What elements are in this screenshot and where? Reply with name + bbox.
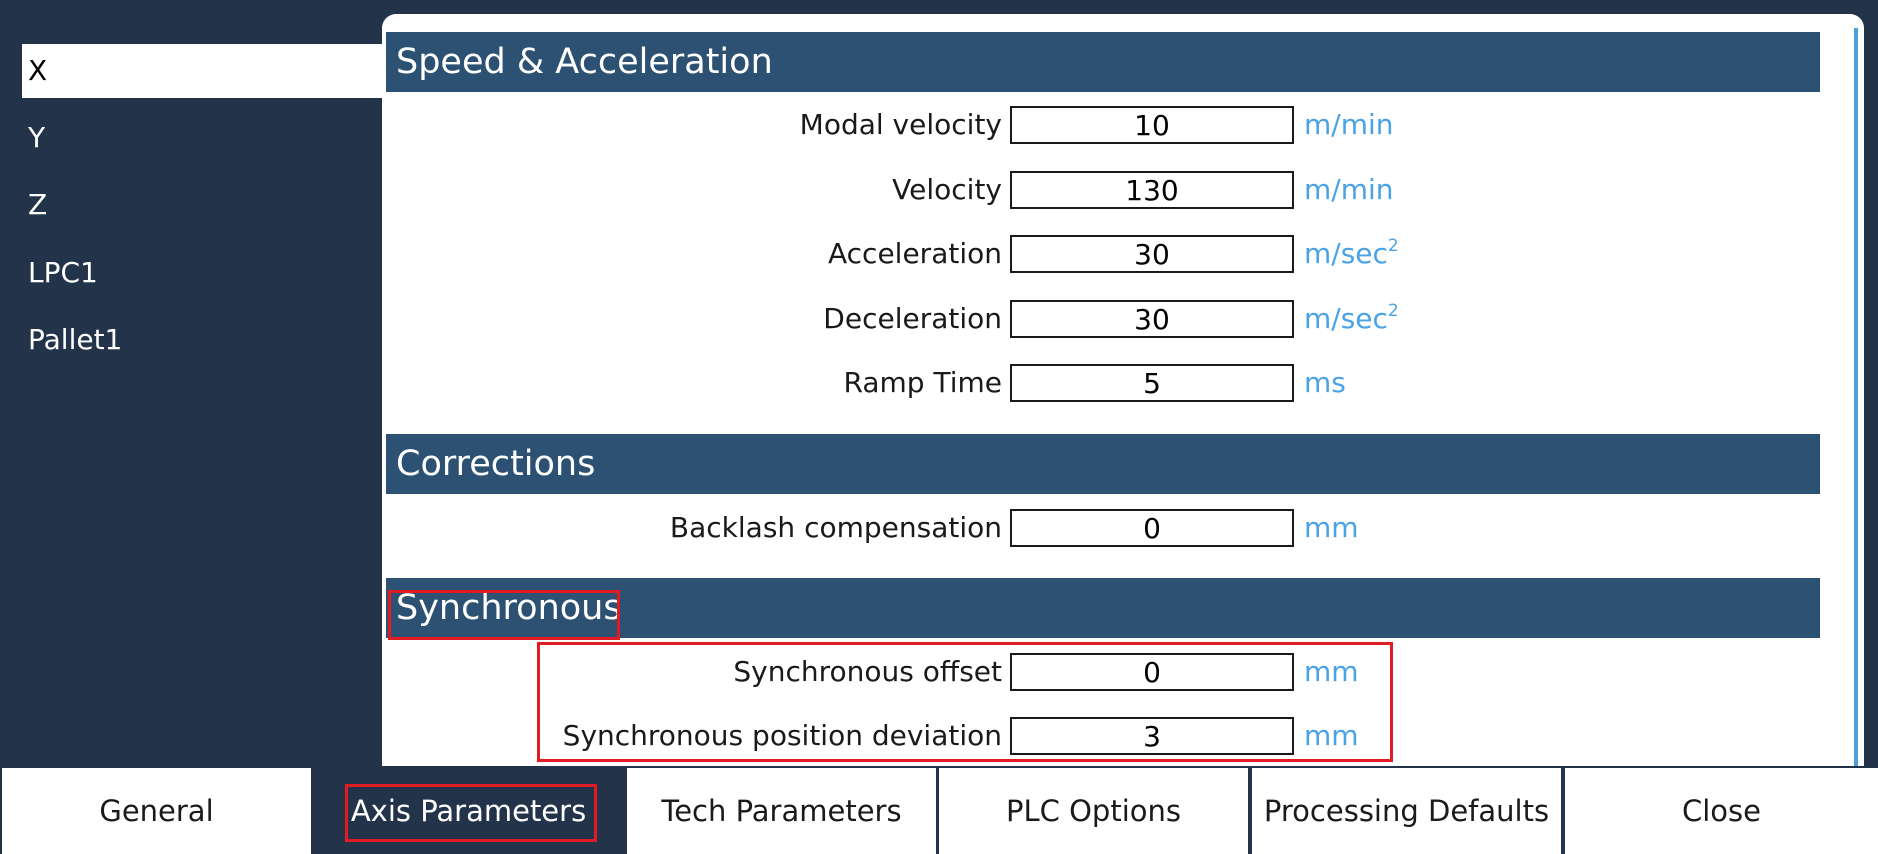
field-label: Ramp Time <box>843 366 1002 399</box>
sidebar-item-z[interactable]: Z <box>22 178 382 232</box>
ramp-time-input[interactable] <box>1010 364 1294 402</box>
axis-sidebar: X Y Z LPC1 Pallet1 <box>0 0 386 766</box>
unit-superscript: 2 <box>1387 301 1399 321</box>
sidebar-item-label: Z <box>28 188 48 221</box>
scrollbar[interactable] <box>1854 28 1858 766</box>
unit-label: m/min <box>1304 108 1394 141</box>
unit-label: mm <box>1304 655 1359 688</box>
tab-label: PLC Options <box>1005 794 1181 828</box>
field-label: Velocity <box>892 173 1002 206</box>
tab-label: Close <box>1682 794 1761 828</box>
sidebar-item-pallet1[interactable]: Pallet1 <box>22 313 382 367</box>
velocity-input[interactable] <box>1010 171 1294 209</box>
tab-axis-parameters[interactable]: Axis Parameters <box>314 768 625 854</box>
row-deceleration: Deceleration m/sec2 <box>382 297 1682 341</box>
sidebar-item-lpc1[interactable]: LPC1 <box>22 246 382 300</box>
synchronous-position-deviation-input[interactable] <box>1010 717 1294 755</box>
row-ramp-time: Ramp Time ms <box>382 361 1682 405</box>
field-label: Backlash compensation <box>669 511 1002 544</box>
unit-label: ms <box>1304 366 1346 399</box>
tab-label: Axis Parameters <box>350 794 587 828</box>
section-header-speed: Speed & Acceleration <box>386 32 1820 92</box>
field-label: Acceleration <box>828 237 1002 270</box>
close-button[interactable]: Close <box>1565 768 1878 854</box>
row-acceleration: Acceleration m/sec2 <box>382 232 1682 276</box>
modal-velocity-input[interactable] <box>1010 106 1294 144</box>
row-modal-velocity: Modal velocity m/min <box>382 103 1682 147</box>
sidebar-item-y[interactable]: Y <box>22 111 382 165</box>
bottom-tab-bar: General Axis Parameters Tech Parameters … <box>0 766 1878 854</box>
tab-label: Tech Parameters <box>661 794 902 828</box>
axis-parameters-panel: Speed & Acceleration Modal velocity m/mi… <box>382 14 1864 766</box>
field-label: Deceleration <box>823 302 1002 335</box>
deceleration-input[interactable] <box>1010 300 1294 338</box>
section-header-corrections: Corrections <box>386 434 1820 494</box>
synchronous-offset-input[interactable] <box>1010 653 1294 691</box>
acceleration-input[interactable] <box>1010 235 1294 273</box>
tab-label: General <box>99 794 214 828</box>
tab-label: Processing Defaults <box>1263 794 1550 828</box>
unit-label: mm <box>1304 719 1359 752</box>
field-label: Synchronous offset <box>733 655 1002 688</box>
field-label: Synchronous position deviation <box>562 719 1002 752</box>
tab-plc-options[interactable]: PLC Options <box>939 768 1250 854</box>
sidebar-item-label: X <box>28 54 48 87</box>
tab-tech-parameters[interactable]: Tech Parameters <box>627 768 938 854</box>
unit-text: m/sec <box>1304 302 1388 335</box>
sidebar-item-label: Pallet1 <box>28 323 123 356</box>
tab-general[interactable]: General <box>2 768 313 854</box>
unit-label: mm <box>1304 511 1359 544</box>
sidebar-item-x[interactable]: X <box>22 44 386 98</box>
unit-text: m/sec <box>1304 237 1388 270</box>
row-backlash-compensation: Backlash compensation mm <box>382 506 1682 550</box>
section-header-synchronous: Synchronous <box>386 578 1820 638</box>
row-velocity: Velocity m/min <box>382 168 1682 212</box>
field-label: Modal velocity <box>799 108 1002 141</box>
row-synchronous-position-deviation: Synchronous position deviation mm <box>382 714 1682 758</box>
sidebar-item-label: Y <box>28 121 46 154</box>
backlash-compensation-input[interactable] <box>1010 509 1294 547</box>
sidebar-item-label: LPC1 <box>28 256 98 289</box>
unit-label: m/min <box>1304 173 1394 206</box>
tab-processing-defaults[interactable]: Processing Defaults <box>1252 768 1563 854</box>
row-synchronous-offset: Synchronous offset mm <box>382 650 1682 694</box>
unit-superscript: 2 <box>1387 236 1399 256</box>
unit-label: m/sec2 <box>1304 232 1399 276</box>
unit-label: m/sec2 <box>1304 297 1399 341</box>
